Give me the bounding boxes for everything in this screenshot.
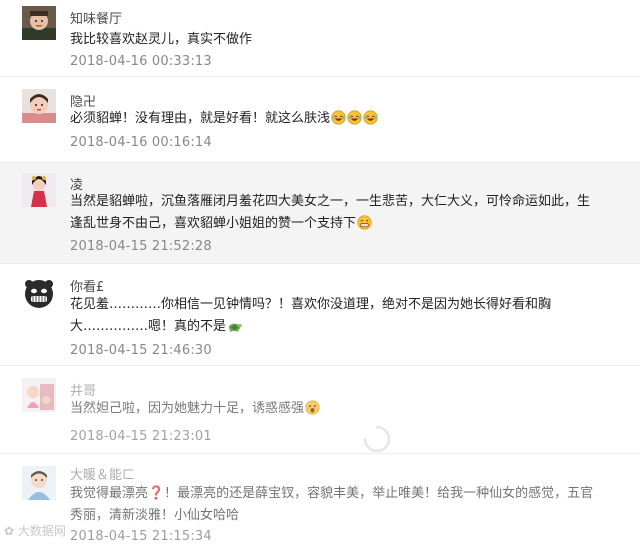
avatar[interactable]	[22, 466, 56, 500]
comment-item: 你看£ 花见羞…………你相信一见钟情吗？！喜欢你没道理，绝对不是因为她长得好看和…	[0, 264, 640, 366]
comment-timestamp: 2018-04-16 00:16:14	[70, 135, 212, 150]
comment-text-container: 花见羞…………你相信一见钟情吗？！喜欢你没道理，绝对不是因为她长得好看和胸大………	[70, 294, 598, 338]
surprised-face-icon	[305, 400, 320, 415]
comment-item: 凌 当然是貂蝉啦，沉鱼落雁闭月羞花四大美女之一，一生悲苦，大仁大义，可怜命运如此…	[0, 163, 640, 264]
avatar[interactable]	[22, 378, 56, 412]
comment-text-container: 当然妲己啦，因为她魅力十足，诱惑感强	[70, 398, 598, 420]
avatar[interactable]	[22, 173, 56, 207]
comment-item: 大暖＆能ㄈ 我觉得最漂亮❓！最漂亮的还是薛宝钗，容貌丰美，举止唯美！给我一种仙女…	[0, 454, 640, 547]
comment-timestamp: 2018-04-15 21:52:28	[70, 239, 212, 254]
loading-spinner-icon	[362, 424, 392, 454]
comment-text-container: 必须貂蝉！没有理由，就是好看！就这么肤浅	[70, 108, 598, 130]
avatar[interactable]	[22, 6, 56, 40]
grin-icon	[357, 215, 372, 230]
comment-item: 隐卍 必须貂蝉！没有理由，就是好看！就这么肤浅 2018-04-16 00:16…	[0, 77, 640, 163]
watermark-text: 大数据网	[17, 524, 66, 538]
comment-timestamp: 2018-04-15 21:46:30	[70, 343, 212, 358]
comment-author[interactable]: 大暖＆能ㄈ	[70, 464, 135, 483]
comment-timestamp: 2018-04-15 21:23:01	[70, 429, 212, 444]
avatar[interactable]	[22, 89, 56, 123]
comment-item: 知味餐厅 我比较喜欢赵灵儿，真实不做作 2018-04-16 00:33:13	[0, 0, 640, 77]
comment-author[interactable]: 井哥	[70, 380, 96, 399]
laughing-tears-icon	[331, 110, 346, 125]
avatar[interactable]	[22, 276, 56, 310]
comment-item: 井哥 当然妲己啦，因为她魅力十足，诱惑感强 2018-04-15 21:23:0…	[0, 366, 640, 454]
turtle-icon	[227, 318, 242, 333]
comment-text-container: 当然是貂蝉啦，沉鱼落雁闭月羞花四大美女之一，一生悲苦，大仁大义，可怜命运如此，生…	[70, 191, 598, 235]
comment-timestamp: 2018-04-15 21:15:34	[70, 529, 212, 544]
comment-timestamp: 2018-04-16 00:33:13	[70, 54, 212, 69]
comment-author[interactable]: 知味餐厅	[70, 8, 122, 27]
comment-text: 当然妲己啦，因为她魅力十足，诱惑感强	[70, 401, 305, 416]
laughing-tears-icon	[347, 110, 362, 125]
laughing-tears-icon	[363, 110, 378, 125]
comment-text: 必须貂蝉！没有理由，就是好看！就这么肤浅	[70, 111, 331, 126]
watermark: ✿ 大数据网	[4, 522, 66, 539]
comment-author[interactable]: 你看£	[70, 276, 104, 295]
comment-text: 当然是貂蝉啦，沉鱼落雁闭月羞花四大美女之一，一生悲苦，大仁大义，可怜命运如此，生…	[70, 194, 591, 231]
comment-text: 我比较喜欢赵灵儿，真实不做作	[70, 32, 253, 47]
watermark-logo-icon: ✿	[4, 524, 18, 538]
comment-text: 我觉得最漂亮❓！最漂亮的还是薛宝钗，容貌丰美，举止唯美！给我一种仙女的感觉，五官…	[70, 486, 594, 523]
comment-text: 花见羞…………你相信一见钟情吗？！喜欢你没道理，绝对不是因为她长得好看和胸大………	[70, 297, 552, 334]
